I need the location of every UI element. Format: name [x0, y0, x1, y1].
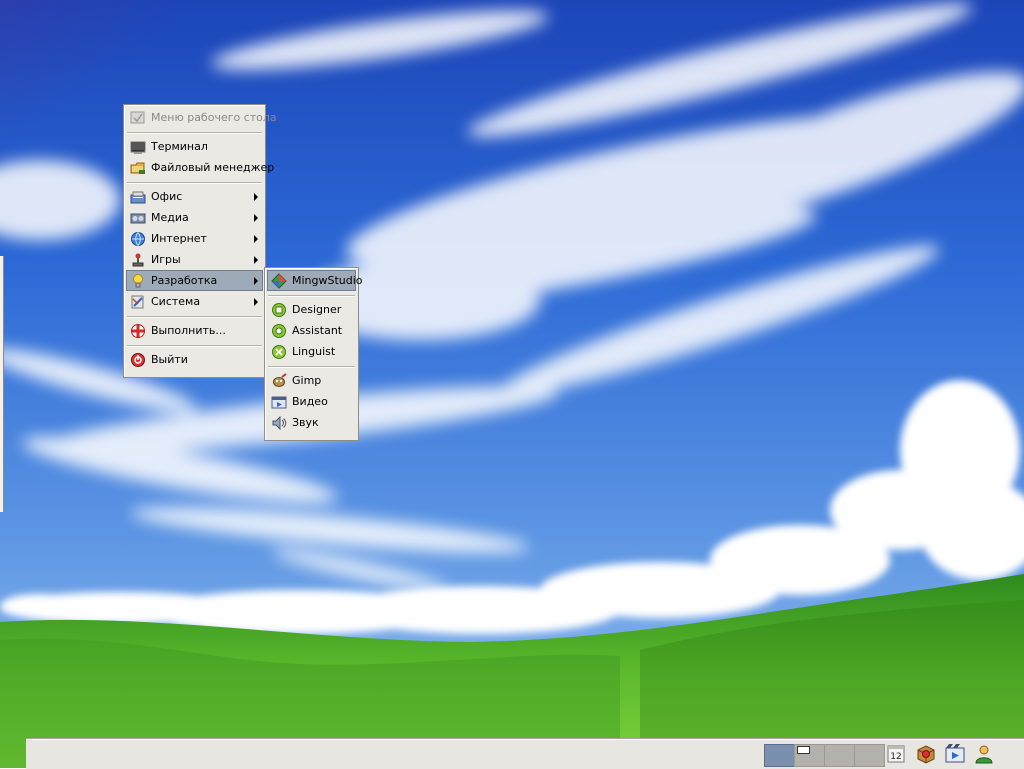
- linguist-icon: [271, 344, 287, 360]
- menu-item-label: Медиа: [151, 211, 189, 224]
- menu-item-label: Выйти: [151, 353, 188, 366]
- menu-item-label: Система: [151, 295, 201, 308]
- video-player-icon: [945, 744, 965, 763]
- video-player-button[interactable]: [943, 742, 967, 766]
- gimp-icon: [271, 372, 287, 389]
- menu-separator: [268, 295, 355, 297]
- menu-separator: [127, 345, 262, 347]
- menu-item-label: Разработка: [151, 274, 218, 287]
- video-icon: [271, 394, 287, 410]
- calendar-day: 12: [890, 752, 901, 762]
- menu-item-media[interactable]: Медиа: [127, 208, 262, 227]
- submenu-item-designer[interactable]: Designer: [268, 300, 355, 319]
- submenu-item-video[interactable]: Видео: [268, 392, 355, 411]
- submenu-item-label: Gimp: [292, 374, 322, 387]
- logout-icon: [130, 352, 146, 368]
- assistant-icon: [271, 323, 287, 339]
- submenu-arrow-icon: [254, 234, 258, 243]
- user-icon: [975, 745, 993, 764]
- menu-item-label: Офис: [151, 190, 183, 203]
- menu-item-office[interactable]: Офис: [127, 187, 262, 206]
- menu-separator: [127, 182, 262, 184]
- menu-item-system[interactable]: Система: [127, 292, 262, 311]
- menu-item-logout[interactable]: Выйти: [127, 350, 262, 369]
- submenu-item-gimp[interactable]: Gimp: [268, 371, 355, 390]
- menu-separator: [127, 316, 262, 318]
- submenu-item-label: Assistant: [292, 324, 343, 337]
- submenu-arrow-icon: [254, 276, 258, 285]
- taskbar: 12: [26, 739, 1024, 769]
- file-manager-icon: [130, 160, 146, 176]
- menu-item-development[interactable]: Разработка: [126, 270, 263, 291]
- menu-item-run[interactable]: Выполнить...: [127, 321, 262, 340]
- internet-icon: [130, 231, 146, 247]
- submenu-item-label: Звук: [292, 416, 319, 429]
- workspace-3-button[interactable]: [824, 744, 855, 767]
- desktop-menu-title-label: Меню рабочего стола: [151, 111, 277, 124]
- menu-item-games[interactable]: Игры: [127, 250, 262, 269]
- submenu-item-assistant[interactable]: Assistant: [268, 321, 355, 340]
- menu-separator: [268, 366, 355, 368]
- submenu-item-label: Linguist: [292, 345, 336, 358]
- submenu-item-mingwstudio[interactable]: MingwStudio: [267, 270, 363, 291]
- menu-item-label: Файловый менеджер: [151, 161, 275, 174]
- submenu-arrow-icon: [254, 192, 258, 201]
- submenu-item-label: Designer: [292, 303, 342, 316]
- package-manager-button[interactable]: [914, 742, 938, 766]
- calendar-button[interactable]: 12: [884, 742, 908, 766]
- games-icon: [130, 252, 146, 268]
- menu-separator: [127, 132, 262, 134]
- submenu-arrow-icon: [254, 297, 258, 306]
- menu-item-label: Терминал: [151, 140, 208, 153]
- package-icon: [917, 745, 935, 764]
- workspace-2-button[interactable]: [794, 744, 825, 767]
- desktop-menu-title: Меню рабочего стола: [127, 108, 277, 127]
- desktop-menu: Меню рабочего стола Терминал Файловый ме…: [123, 104, 277, 378]
- submenu-arrow-icon: [254, 255, 258, 264]
- development-submenu: MingwStudio Designer Assistant Linguist …: [264, 267, 363, 441]
- menu-item-label: Выполнить...: [151, 324, 226, 337]
- sound-icon: [271, 415, 287, 431]
- submenu-item-linguist[interactable]: Linguist: [268, 342, 355, 361]
- submenu-item-sound[interactable]: Звук: [268, 413, 355, 432]
- workspace-1-button[interactable]: [764, 744, 795, 767]
- run-icon: [130, 323, 146, 339]
- menu-item-label: Интернет: [151, 232, 207, 245]
- submenu-item-label: Видео: [292, 395, 328, 408]
- user-button[interactable]: [972, 742, 996, 766]
- desktop-menu-icon: [130, 110, 146, 126]
- menu-item-label: Игры: [151, 253, 181, 266]
- development-icon: [130, 273, 146, 289]
- terminal-icon: [130, 139, 146, 155]
- media-icon: [130, 210, 146, 226]
- workspace-4-button[interactable]: [854, 744, 885, 767]
- designer-icon: [271, 302, 287, 318]
- menu-item-terminal[interactable]: Терминал: [127, 137, 262, 156]
- office-icon: [130, 189, 146, 205]
- system-icon: [130, 294, 146, 310]
- menu-item-internet[interactable]: Интернет: [127, 229, 262, 248]
- calendar-icon: 12: [887, 745, 905, 763]
- submenu-item-label: MingwStudio: [292, 274, 363, 287]
- submenu-arrow-icon: [254, 213, 258, 222]
- window-thumbnail: [797, 746, 810, 754]
- menu-item-file-manager[interactable]: Файловый менеджер: [127, 158, 274, 177]
- mingwstudio-icon: [271, 272, 287, 289]
- window-edge[interactable]: [0, 256, 4, 512]
